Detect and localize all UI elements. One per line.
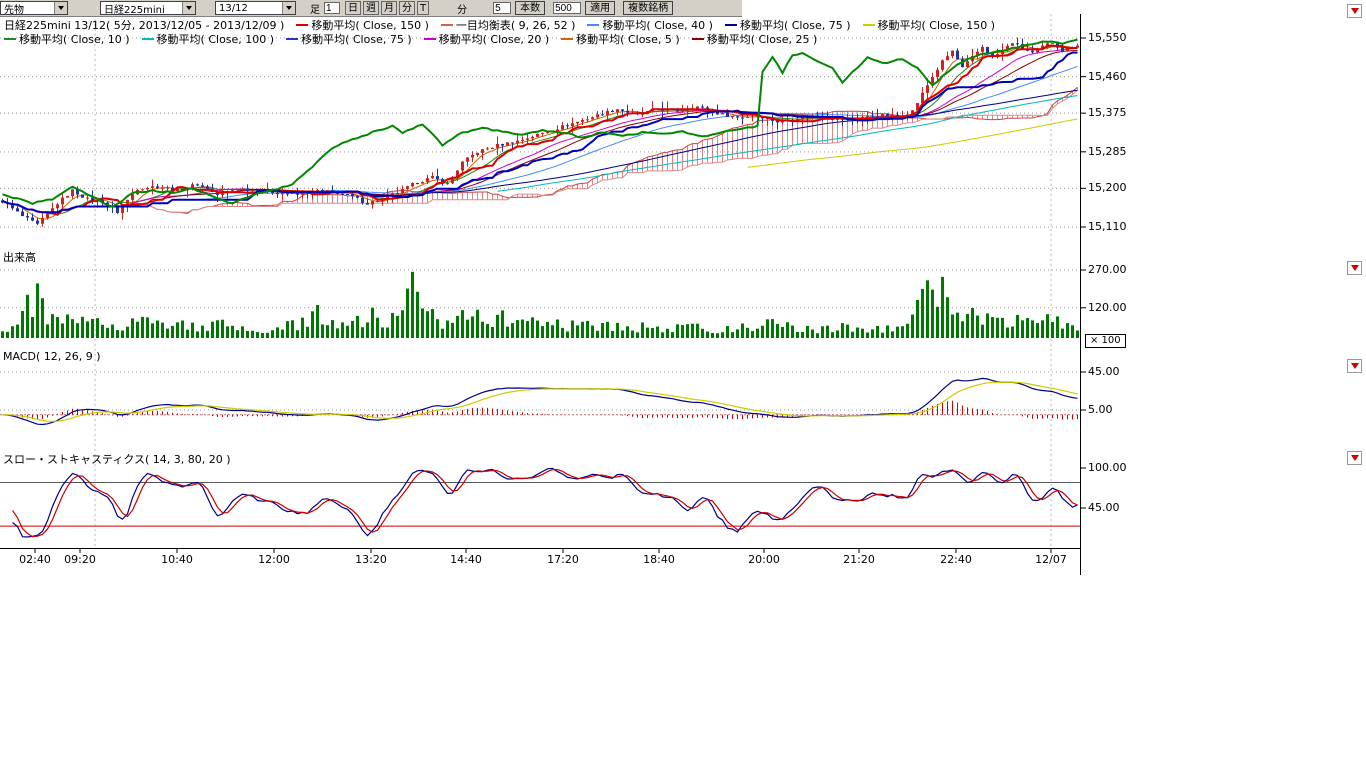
bars-count-input[interactable]	[493, 2, 511, 14]
legend-color-swatch	[692, 38, 704, 40]
bar-type-label: 足	[310, 1, 320, 16]
stoch-axis-label: 100.00	[1088, 461, 1127, 474]
red-triangle-icon	[1351, 265, 1359, 271]
volume-panel-title: 出来高	[3, 249, 36, 265]
legend-color-swatch	[863, 24, 875, 26]
time-axis-label: 12:00	[252, 553, 296, 566]
legend-item: 移動平均( Close, 5 )	[561, 31, 680, 47]
contract-month-select[interactable]: 13/12	[215, 1, 296, 15]
apply-count-input[interactable]	[553, 2, 581, 14]
legend-item-label: 移動平均( Close, 100 )	[157, 31, 275, 47]
time-axis-label: 10:40	[155, 553, 199, 566]
red-triangle-icon	[1351, 455, 1359, 461]
instrument-select[interactable]: 日経225mini	[100, 1, 196, 15]
instrument-type-select[interactable]: 先物	[0, 1, 68, 15]
legend-row-2: 移動平均( Close, 10 ) 移動平均( Close, 100 ) 移動平均(…	[4, 31, 817, 47]
period-button-group: 日週月分T	[345, 1, 429, 15]
time-axis-label: 17:20	[541, 553, 585, 566]
red-triangle-icon	[1351, 8, 1359, 14]
instrument-type-value: 先物	[1, 1, 54, 16]
legend-color-swatch	[286, 38, 298, 40]
period-button[interactable]: T	[417, 1, 429, 15]
legend-item-label: 移動平均( Close, 150 )	[878, 17, 996, 33]
stoch-axis-label: 45.00	[1088, 501, 1120, 514]
time-axis-label: 09:20	[58, 553, 102, 566]
panel-collapse-button[interactable]	[1347, 451, 1362, 465]
toolbar: 先物 日経225mini 13/12 足 日週月分T 分 本数 適用 複数銘柄	[0, 0, 742, 17]
time-axis-label: 20:00	[742, 553, 786, 566]
legend-color-swatch	[142, 38, 154, 40]
chart-canvas[interactable]	[0, 0, 1366, 600]
legend-item: 移動平均( Close, 100 )	[142, 31, 275, 47]
legend-color-swatch	[725, 24, 737, 26]
time-axis-label: 14:40	[444, 553, 488, 566]
legend-item: 移動平均( Close, 20 )	[424, 31, 550, 47]
volume-axis-label: 120.00	[1088, 301, 1127, 314]
panel-collapse-button[interactable]	[1347, 261, 1362, 275]
instrument-value: 日経225mini	[101, 1, 182, 16]
legend-color-swatch	[561, 38, 573, 40]
time-axis-label: 21:20	[837, 553, 881, 566]
period-button[interactable]: 週	[363, 1, 379, 15]
macd-axis-label: 5.00	[1088, 403, 1113, 416]
apply-button[interactable]: 適用	[585, 1, 615, 15]
legend-item: 移動平均( Close, 150 )	[863, 17, 996, 33]
bars-count-button[interactable]: 本数	[515, 1, 545, 15]
stoch-panel-title: スロー・ストキャスティクス( 14, 3, 80, 20 )	[3, 451, 231, 467]
price-axis-label: 15,550	[1088, 31, 1127, 44]
volume-axis-label: 270.00	[1088, 263, 1127, 276]
legend-item-label: 移動平均( Close, 20 )	[439, 31, 550, 47]
period-button[interactable]: 分	[399, 1, 415, 15]
minute-label: 分	[457, 1, 467, 16]
price-axis-label: 15,110	[1088, 220, 1127, 233]
bar-interval-input[interactable]	[324, 2, 340, 14]
period-button[interactable]: 日	[345, 1, 361, 15]
dropdown-arrow-icon[interactable]	[282, 2, 295, 14]
legend-item-label: 移動平均( Close, 25 )	[707, 31, 818, 47]
time-axis-label: 22:40	[934, 553, 978, 566]
price-axis-label: 15,285	[1088, 145, 1127, 158]
period-button[interactable]: 月	[381, 1, 397, 15]
price-axis-label: 15,200	[1088, 181, 1127, 194]
price-axis-label: 15,375	[1088, 106, 1127, 119]
time-axis-label: 02:40	[13, 553, 57, 566]
legend-item-label: 移動平均( Close, 5 )	[576, 31, 680, 47]
dropdown-arrow-icon[interactable]	[182, 2, 195, 14]
contract-month-value: 13/12	[216, 3, 282, 14]
macd-panel-title: MACD( 12, 26, 9 )	[3, 350, 101, 363]
legend-item: 移動平均( Close, 10 )	[4, 31, 130, 47]
legend-item-label: 移動平均( Close, 10 )	[19, 31, 130, 47]
legend-color-swatch	[441, 24, 453, 26]
time-axis-label: 12/07	[1029, 553, 1073, 566]
dropdown-arrow-icon[interactable]	[54, 2, 67, 14]
legend-color-swatch	[4, 38, 16, 40]
legend-color-swatch	[587, 24, 599, 26]
legend-item: 移動平均( Close, 25 )	[692, 31, 818, 47]
panel-collapse-button[interactable]	[1347, 4, 1362, 18]
volume-multiplier-badge: × 100	[1085, 334, 1126, 348]
price-axis-label: 15,460	[1088, 70, 1127, 83]
legend-item: 移動平均( Close, 75 )	[286, 31, 412, 47]
legend-item-label: 移動平均( Close, 75 )	[301, 31, 412, 47]
legend-color-swatch	[424, 38, 436, 40]
time-axis-label: 18:40	[637, 553, 681, 566]
time-axis-label: 13:20	[349, 553, 393, 566]
panel-collapse-button[interactable]	[1347, 359, 1362, 373]
legend-color-swatch	[296, 24, 308, 26]
macd-axis-label: 45.00	[1088, 365, 1120, 378]
red-triangle-icon	[1351, 363, 1359, 369]
multi-symbol-button[interactable]: 複数銘柄	[623, 1, 673, 15]
